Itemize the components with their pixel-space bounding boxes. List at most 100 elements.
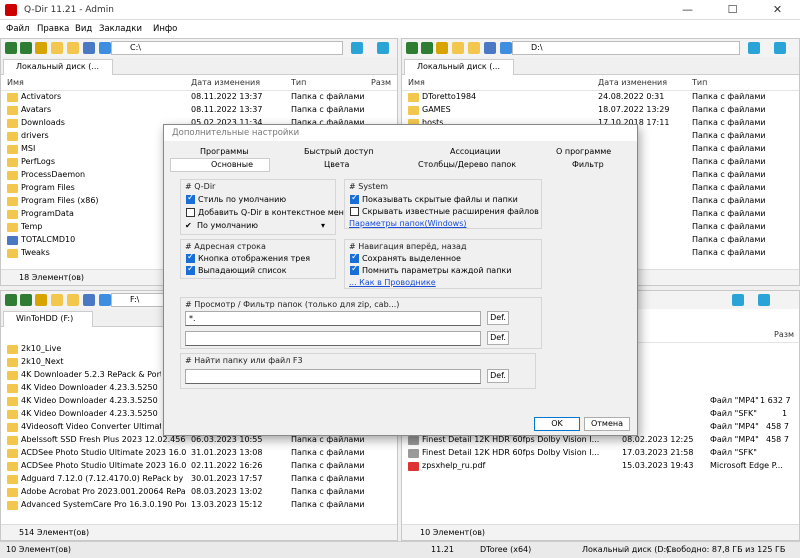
maximize-button[interactable]: ☐: [710, 0, 755, 20]
view-icon[interactable]: [83, 294, 95, 306]
list-item[interactable]: Adguard 7.12.0 (7.12.4170.0) RePack by K…: [1, 473, 397, 486]
checkbox-show-hidden[interactable]: [350, 193, 359, 204]
list-item[interactable]: Finest Detail 12K HDR 60fps Dolby Vision…: [402, 447, 799, 460]
column-header: Имя Дата изменения Тип Разм: [1, 75, 397, 91]
list-item[interactable]: GAMES 18.07.2022 13:29 Папка с файлами: [402, 104, 799, 117]
view-icon[interactable]: [83, 42, 95, 54]
tab-wintohdd-f[interactable]: WinToHDD (F:): [3, 311, 93, 327]
checkbox-tray-button[interactable]: [186, 252, 195, 263]
group-filter-title: # Просмотр / Фильтр папок (только для zi…: [185, 300, 400, 309]
filter-input-1[interactable]: *.: [185, 311, 481, 326]
col-name[interactable]: Имя: [7, 78, 24, 87]
checkbox-hide-extensions[interactable]: [350, 207, 359, 216]
layout-icon[interactable]: [748, 42, 760, 54]
folder-icon: [7, 223, 18, 232]
checkbox-remember-params[interactable]: [350, 264, 359, 275]
back-icon[interactable]: [5, 294, 17, 306]
up-icon[interactable]: [35, 42, 47, 54]
ok-button[interactable]: OK: [534, 417, 580, 431]
tab-local-disk-d[interactable]: Локальный диск (...: [404, 59, 514, 75]
menu-edit[interactable]: Правка: [37, 24, 69, 34]
cancel-button[interactable]: Отмена: [584, 417, 630, 431]
list-item[interactable]: Advanced SystemCare Pro 16.3.0.190 Porta…: [1, 499, 397, 512]
back-icon[interactable]: [5, 42, 17, 54]
tab-associations[interactable]: Ассоциации: [450, 147, 501, 160]
folder-icon[interactable]: [51, 42, 63, 54]
forward-icon[interactable]: [20, 294, 32, 306]
col-date[interactable]: Дата изменения: [191, 78, 260, 87]
checkbox-keep-selection[interactable]: [350, 252, 359, 263]
col-type[interactable]: Тип: [692, 78, 707, 87]
favorites-icon[interactable]: [67, 294, 79, 306]
checkbox-dropdown-list[interactable]: [186, 264, 195, 275]
group-system: # System Показывать скрытые файлы и папк…: [344, 179, 542, 229]
folder-icon[interactable]: [452, 42, 464, 54]
menu-bar: Файл Правка Вид Закладки Инфо: [0, 20, 800, 38]
col-size[interactable]: Разм: [774, 330, 794, 339]
default-dropdown[interactable]: ✔ По умолчанию ▾: [185, 221, 331, 233]
filter-def-button-1[interactable]: Def.: [487, 311, 509, 325]
list-item[interactable]: DToretto1984 24.08.2022 0:31 Папка с файла…: [402, 91, 799, 104]
tab-general-active[interactable]: Основные: [170, 158, 270, 172]
like-explorer-link[interactable]: ... Как в Проводнике: [349, 278, 436, 287]
pane-toolbar: D:\: [402, 39, 799, 57]
pane-toolbar: C:\: [1, 39, 397, 57]
drive-icon: [7, 236, 18, 245]
tab-columns-tree[interactable]: Столбцы/Дерево папок: [418, 160, 516, 173]
minimize-button[interactable]: —: [665, 0, 710, 20]
group-system-title: # System: [349, 182, 389, 191]
layout2-icon[interactable]: [758, 294, 770, 306]
refresh-icon[interactable]: [99, 42, 111, 54]
address-input[interactable]: C:\: [111, 41, 343, 55]
list-item[interactable]: ACDSee Photo Studio Ultimate 2023 16.0.3…: [1, 460, 397, 473]
refresh-icon[interactable]: [99, 294, 111, 306]
menu-view[interactable]: Вид: [75, 24, 92, 34]
refresh-icon[interactable]: [500, 42, 512, 54]
filter-input-2[interactable]: [185, 331, 481, 346]
list-item[interactable]: zpsxhelp_ru.pdf 15.03.2023 19:43 Microsoft…: [402, 460, 799, 473]
menu-file[interactable]: Файл: [6, 24, 29, 34]
folder-icon: [7, 384, 18, 393]
status-bar: 10 Элемент(ов): [402, 524, 799, 540]
checkbox-default-style[interactable]: [186, 193, 195, 204]
menu-info[interactable]: Инфо: [153, 24, 177, 34]
list-item[interactable]: Adobe Acrobat Pro 2023.001.20064 RePack …: [1, 486, 397, 499]
tab-local-disk-c[interactable]: Локальный диск (...: [3, 59, 113, 75]
group-find: # Найти папку или файл F3 Def.: [180, 353, 536, 389]
folder-options-link[interactable]: Параметры папок(Windows): [349, 219, 467, 228]
col-size[interactable]: Разм: [371, 78, 391, 87]
layout2-icon[interactable]: [774, 42, 786, 54]
layout-icon[interactable]: [351, 42, 363, 54]
col-name[interactable]: Имя: [408, 78, 425, 87]
layout-icon[interactable]: [732, 294, 744, 306]
view-icon[interactable]: [484, 42, 496, 54]
favorites-icon[interactable]: [468, 42, 480, 54]
folder-icon[interactable]: [51, 294, 63, 306]
tab-filter[interactable]: Фильтр: [572, 160, 604, 173]
address-input[interactable]: D:\: [512, 41, 740, 55]
list-item[interactable]: ACDSee Photo Studio Ultimate 2023 16.0.3…: [1, 447, 397, 460]
folder-icon: [7, 345, 18, 354]
up-icon[interactable]: [436, 42, 448, 54]
list-item[interactable]: Activators 08.11.2022 13:37 Папка с файлам…: [1, 91, 397, 104]
up-icon[interactable]: [35, 294, 47, 306]
find-input[interactable]: [185, 369, 481, 384]
tab-about[interactable]: О программе: [556, 147, 611, 160]
col-date[interactable]: Дата изменения: [598, 78, 667, 87]
status-count: 10 Элемент(ов): [6, 545, 72, 554]
forward-icon[interactable]: [421, 42, 433, 54]
checkbox-context-menu[interactable]: [186, 208, 195, 217]
tab-colors[interactable]: Цвета: [324, 160, 349, 173]
col-type[interactable]: Тип: [291, 78, 306, 87]
close-button[interactable]: ✕: [755, 0, 800, 20]
menu-bookmarks[interactable]: Закладки: [99, 24, 142, 34]
forward-icon[interactable]: [20, 42, 32, 54]
list-item[interactable]: Avatars 08.11.2022 13:37 Папка с файлами: [1, 104, 397, 117]
tab-quick-access[interactable]: Быстрый доступ: [304, 147, 373, 160]
filter-def-button-2[interactable]: Def.: [487, 331, 509, 345]
find-def-button[interactable]: Def.: [487, 369, 509, 383]
back-icon[interactable]: [406, 42, 418, 54]
layout2-icon[interactable]: [377, 42, 389, 54]
folder-icon: [7, 410, 18, 419]
favorites-icon[interactable]: [67, 42, 79, 54]
